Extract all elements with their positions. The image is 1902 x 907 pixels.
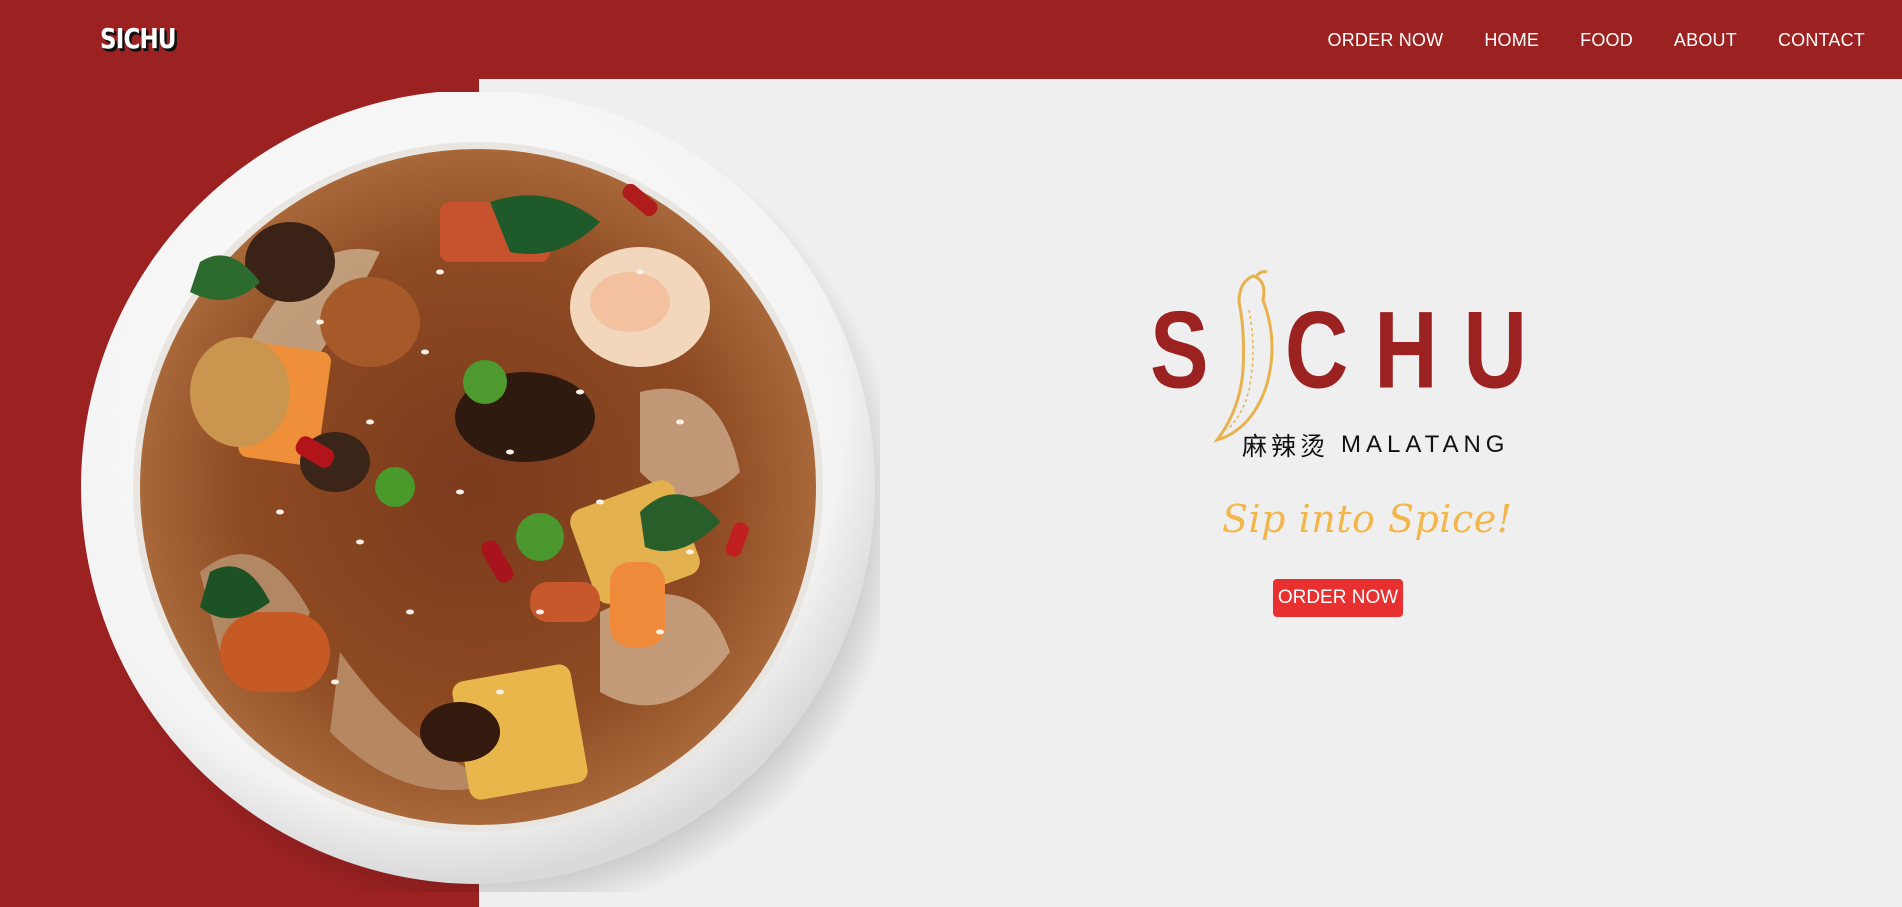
chili-pepper-icon (1212, 270, 1274, 443)
nav-contact[interactable]: CONTACT (1778, 30, 1865, 51)
hero-logo-subtitle: 麻辣烫 MALATANG (1242, 427, 1509, 463)
hero-logo-subtitle-en: MALATANG (1341, 431, 1510, 458)
hero-food-image (80, 92, 880, 892)
nav-order-now[interactable]: ORDER NOW (1328, 30, 1444, 51)
malatang-bowl-illustration (81, 92, 880, 892)
hero-brand-logo: S CHU 麻辣烫 MALATANG (1150, 265, 1540, 470)
nav-home[interactable]: HOME (1484, 30, 1539, 51)
hero-tagline: Sip into Spice! (1222, 497, 1513, 541)
hero-logo-subtitle-cn: 麻辣烫 (1242, 432, 1330, 461)
order-now-button[interactable]: ORDER NOW (1273, 579, 1403, 617)
main-nav: ORDER NOW HOME FOOD ABOUT CONTACT (1328, 30, 1865, 51)
header-logo[interactable]: SICHU (100, 22, 177, 55)
nav-food[interactable]: FOOD (1580, 30, 1633, 51)
nav-about[interactable]: ABOUT (1674, 30, 1737, 51)
